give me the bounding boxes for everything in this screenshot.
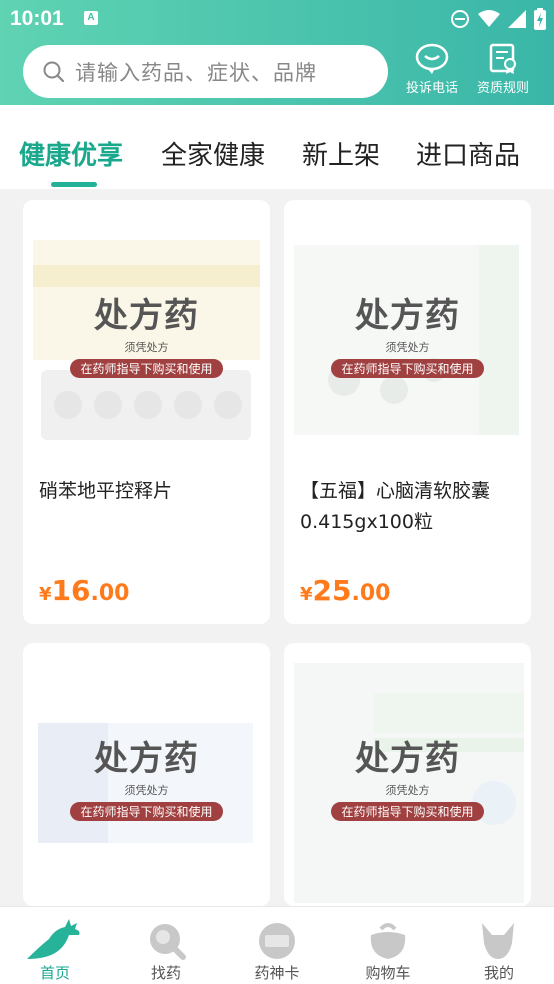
nav-drug-card[interactable]: 药神卡 <box>222 907 332 984</box>
product-card[interactable]: 处方药 须凭处方 在药师指导下购买和使用 硝苯地平控释片 ¥16.00 <box>23 200 270 624</box>
tab-imported-goods[interactable]: 进口商品 <box>416 135 520 172</box>
profile-icon <box>482 923 514 959</box>
prescription-overlay: 处方药 须凭处方 在药师指导下购买和使用 <box>284 288 531 378</box>
price-integer: 25 <box>312 574 352 607</box>
nav-find-drug[interactable]: 找药 <box>111 907 221 984</box>
prescription-overlay: 处方药 须凭处方 在药师指导下购买和使用 <box>23 288 270 378</box>
nav-home-label: 首页 <box>39 964 70 982</box>
price-integer: 16 <box>51 574 91 607</box>
notification-badge-icon: A <box>84 11 98 25</box>
price-decimal: .00 <box>90 581 130 606</box>
rx-notice-badge: 在药师指导下购买和使用 <box>331 802 484 821</box>
complaint-phone-label: 投诉电话 <box>405 81 458 96</box>
search-bar[interactable]: 请输入药品、症状、品牌 <box>23 45 388 98</box>
card-icon <box>259 923 295 959</box>
nav-profile-label: 我的 <box>483 964 514 982</box>
price-currency: ¥ <box>39 584 52 605</box>
product-card[interactable]: 处方药 须凭处方 在药师指导下购买和使用 <box>284 643 531 906</box>
qualification-rules-label: 资质规则 <box>476 81 529 96</box>
tab-health-premium[interactable]: 健康优享 <box>19 135 123 172</box>
battery-icon <box>534 8 546 30</box>
rx-subtitle: 须凭处方 <box>124 784 169 797</box>
rx-title: 处方药 <box>355 739 460 779</box>
dnd-icon <box>451 10 469 28</box>
nav-profile[interactable]: 我的 <box>444 907 554 984</box>
nav-cart-label: 购物车 <box>365 964 411 982</box>
rx-title: 处方药 <box>355 296 460 336</box>
nav-home[interactable]: 首页 <box>0 907 110 984</box>
price-decimal: .00 <box>351 581 391 606</box>
price-currency: ¥ <box>300 584 313 605</box>
product-price: ¥25.00 <box>300 574 390 607</box>
prescription-overlay: 处方药 须凭处方 在药师指导下购买和使用 <box>23 731 270 821</box>
rx-notice-badge: 在药师指导下购买和使用 <box>331 359 484 378</box>
tab-new-arrivals[interactable]: 新上架 <box>302 135 380 172</box>
nav-drug-card-label: 药神卡 <box>254 964 300 982</box>
cart-icon <box>370 923 406 959</box>
tab-family-health[interactable]: 全家健康 <box>161 135 265 172</box>
nav-find-drug-label: 找药 <box>150 964 181 982</box>
qualification-rules-button[interactable]: 资质规则 <box>473 43 533 96</box>
rx-title: 处方药 <box>94 739 199 779</box>
app-header: 10:01 A 请输入药品、症状、品牌 投诉电话 资质规则 <box>0 0 554 105</box>
status-icons <box>450 8 546 30</box>
search-placeholder: 请输入药品、症状、品牌 <box>75 60 317 85</box>
rx-subtitle: 须凭处方 <box>385 784 430 797</box>
active-tab-indicator <box>51 182 97 187</box>
complaint-phone-button[interactable]: 投诉电话 <box>402 43 462 96</box>
prescription-overlay: 处方药 须凭处方 在药师指导下购买和使用 <box>284 731 531 821</box>
rx-title: 处方药 <box>94 296 199 336</box>
product-card[interactable]: 处方药 须凭处方 在药师指导下购买和使用 <box>23 643 270 906</box>
product-price: ¥16.00 <box>39 574 129 607</box>
bottom-navigation: 首页 找药 药神卡 购物车 我的 <box>0 906 554 984</box>
product-name: 硝苯地平控释片 <box>39 480 173 502</box>
rx-subtitle: 须凭处方 <box>124 341 169 354</box>
status-bar: 10:01 A <box>0 0 554 38</box>
wifi-icon <box>478 10 500 27</box>
status-time: 10:01 <box>10 7 64 30</box>
rx-notice-badge: 在药师指导下购买和使用 <box>70 802 223 821</box>
certificate-icon <box>489 43 516 74</box>
rx-notice-badge: 在药师指导下购买和使用 <box>70 359 223 378</box>
kangaroo-icon <box>27 919 80 959</box>
product-card[interactable]: 处方药 须凭处方 在药师指导下购买和使用 【五福】心脑清软胶囊0.415gx10… <box>284 200 531 624</box>
nav-cart[interactable]: 购物车 <box>333 907 443 984</box>
rx-subtitle: 须凭处方 <box>385 341 430 354</box>
product-name: 【五福】心脑清软胶囊0.415gx100粒 <box>300 480 491 533</box>
category-tabs: 健康优享 全家健康 新上架 进口商品 <box>0 105 554 189</box>
signal-icon <box>508 10 526 28</box>
search-icon <box>43 61 65 82</box>
magnifier-icon <box>150 924 186 960</box>
chat-bubble-icon <box>415 43 449 74</box>
